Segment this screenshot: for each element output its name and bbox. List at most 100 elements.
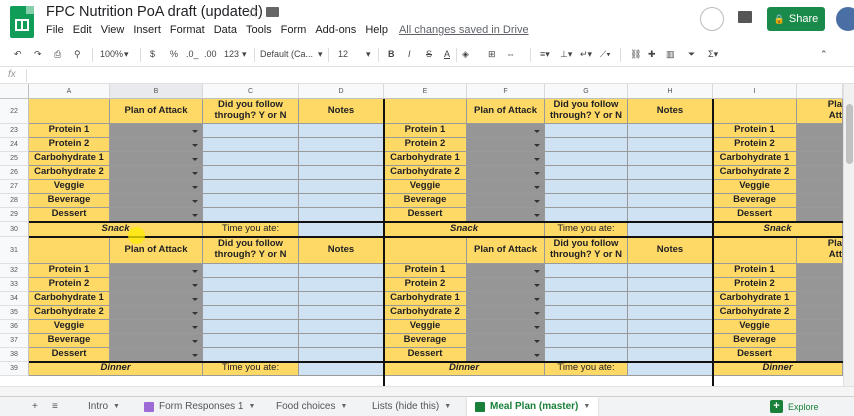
plan-dropdown-cell[interactable] <box>110 334 203 348</box>
notes-input[interactable] <box>628 292 713 306</box>
document-title[interactable]: FPC Nutrition PoA draft (updated) <box>46 4 263 20</box>
strikethrough-button[interactable]: S <box>426 49 432 59</box>
dropdown-arrow-icon[interactable] <box>192 157 198 161</box>
redo-icon[interactable]: ↷ <box>34 49 42 60</box>
avatar[interactable] <box>836 7 854 31</box>
plan-dropdown-cell[interactable] <box>110 292 203 306</box>
notes-input[interactable] <box>299 180 384 194</box>
vertical-scrollbar[interactable] <box>843 84 854 386</box>
dropdown-arrow-icon[interactable] <box>534 185 540 189</box>
dropdown-arrow-icon[interactable] <box>192 185 198 189</box>
notes-input[interactable] <box>299 152 384 166</box>
folder-icon[interactable] <box>266 7 279 17</box>
follow-through-input[interactable] <box>545 334 628 348</box>
plan-dropdown-cell[interactable] <box>467 306 545 320</box>
row-header[interactable]: 22 <box>0 99 29 124</box>
column-header[interactable]: C <box>203 84 299 99</box>
menu-format[interactable]: Format <box>170 24 205 36</box>
plan-dropdown-cell[interactable] <box>797 348 843 362</box>
follow-through-input[interactable] <box>545 124 628 138</box>
header-blank-cell[interactable] <box>29 99 110 124</box>
plan-dropdown-cell[interactable] <box>467 320 545 334</box>
comment-history-icon[interactable] <box>700 7 724 31</box>
notes-input[interactable] <box>299 348 384 362</box>
menu-help[interactable]: Help <box>365 24 388 36</box>
plan-dropdown-cell[interactable] <box>797 208 843 222</box>
dropdown-arrow-icon[interactable] <box>192 297 198 301</box>
follow-through-input[interactable] <box>203 138 299 152</box>
row-header[interactable]: 24 <box>0 138 29 152</box>
notes-header[interactable]: Notes <box>299 99 384 124</box>
align-horizontal-icon[interactable]: ≡▾ <box>540 49 550 60</box>
spreadsheet-grid[interactable]: A B C D E F G H I 22 23 24 25 26 27 28 29 30 31 32… <box>0 84 854 386</box>
notes-input[interactable] <box>299 278 384 292</box>
dropdown-arrow-icon[interactable] <box>534 311 540 315</box>
scroll-thumb[interactable] <box>846 104 853 164</box>
plan-dropdown-cell[interactable] <box>797 292 843 306</box>
plan-dropdown-cell[interactable] <box>797 306 843 320</box>
sheet-tab-food-choices[interactable]: Food choices ▼ <box>268 397 355 416</box>
formula-bar[interactable]: fx <box>0 66 854 84</box>
plan-dropdown-cell[interactable] <box>797 278 843 292</box>
italic-button[interactable]: I <box>408 49 411 59</box>
follow-through-header[interactable]: Did you follow through? Y or N <box>545 237 628 264</box>
horizontal-scrollbar[interactable] <box>0 386 854 396</box>
row-header[interactable]: 34 <box>0 292 29 306</box>
row-header[interactable]: 31 <box>0 237 29 264</box>
caret-down-icon[interactable]: ▼ <box>248 403 255 410</box>
plan-of-attack-header[interactable]: Plan of Attack <box>467 99 545 124</box>
notes-input[interactable] <box>628 180 713 194</box>
follow-through-input[interactable] <box>203 306 299 320</box>
follow-through-input[interactable] <box>545 264 628 278</box>
notes-input[interactable] <box>628 166 713 180</box>
functions-icon[interactable]: Σ▾ <box>708 49 718 60</box>
notes-input[interactable] <box>628 278 713 292</box>
follow-through-input[interactable] <box>203 166 299 180</box>
plan-dropdown-cell[interactable] <box>467 166 545 180</box>
menu-addons[interactable]: Add-ons <box>315 24 356 36</box>
dropdown-arrow-icon[interactable] <box>192 171 198 175</box>
plan-of-attack-header-partial[interactable]: Pla Att <box>797 237 843 264</box>
row-header[interactable]: 27 <box>0 180 29 194</box>
row-header[interactable]: 37 <box>0 334 29 348</box>
follow-through-input[interactable] <box>545 152 628 166</box>
insert-chart-icon[interactable]: ▥ <box>666 49 675 60</box>
plan-dropdown-cell[interactable] <box>110 348 203 362</box>
plan-dropdown-cell[interactable] <box>467 194 545 208</box>
column-header[interactable]: H <box>628 84 713 99</box>
notes-input[interactable] <box>299 264 384 278</box>
header-blank-cell[interactable] <box>713 99 797 124</box>
row-header[interactable]: 26 <box>0 166 29 180</box>
notes-input[interactable] <box>628 152 713 166</box>
row-header[interactable]: 33 <box>0 278 29 292</box>
plan-dropdown-cell[interactable] <box>467 278 545 292</box>
dropdown-arrow-icon[interactable] <box>192 213 198 217</box>
plan-dropdown-cell[interactable] <box>467 348 545 362</box>
menu-view[interactable]: View <box>101 24 125 36</box>
time-input[interactable] <box>299 222 384 237</box>
notes-input[interactable] <box>628 306 713 320</box>
plan-dropdown-cell[interactable] <box>110 124 203 138</box>
notes-input[interactable] <box>299 124 384 138</box>
dropdown-arrow-icon[interactable] <box>534 213 540 217</box>
align-vertical-icon[interactable]: ⊥▾ <box>560 49 572 60</box>
row-header[interactable]: 38 <box>0 348 29 362</box>
star-icon[interactable]: ☆ <box>246 3 259 21</box>
column-header[interactable]: D <box>299 84 384 99</box>
currency-button[interactable]: $ <box>150 49 155 59</box>
plan-dropdown-cell[interactable] <box>467 264 545 278</box>
zoom-select[interactable]: 100% <box>100 49 123 59</box>
follow-through-input[interactable] <box>545 208 628 222</box>
print-icon[interactable]: ⎙ <box>54 49 61 60</box>
plan-dropdown-cell[interactable] <box>797 194 843 208</box>
filter-icon[interactable]: ⏷ <box>688 49 695 60</box>
dropdown-arrow-icon[interactable] <box>534 171 540 175</box>
row-header[interactable]: 32 <box>0 264 29 278</box>
plan-of-attack-header-partial[interactable]: Pla Att <box>797 99 843 124</box>
sheet-tab-form-responses[interactable]: Form Responses 1 ▼ <box>136 397 263 416</box>
row-header[interactable]: 25 <box>0 152 29 166</box>
text-color-button[interactable]: A <box>444 49 450 59</box>
sheet-tab-intro[interactable]: Intro ▼ <box>80 397 128 416</box>
notes-input[interactable] <box>299 306 384 320</box>
notes-input[interactable] <box>299 166 384 180</box>
